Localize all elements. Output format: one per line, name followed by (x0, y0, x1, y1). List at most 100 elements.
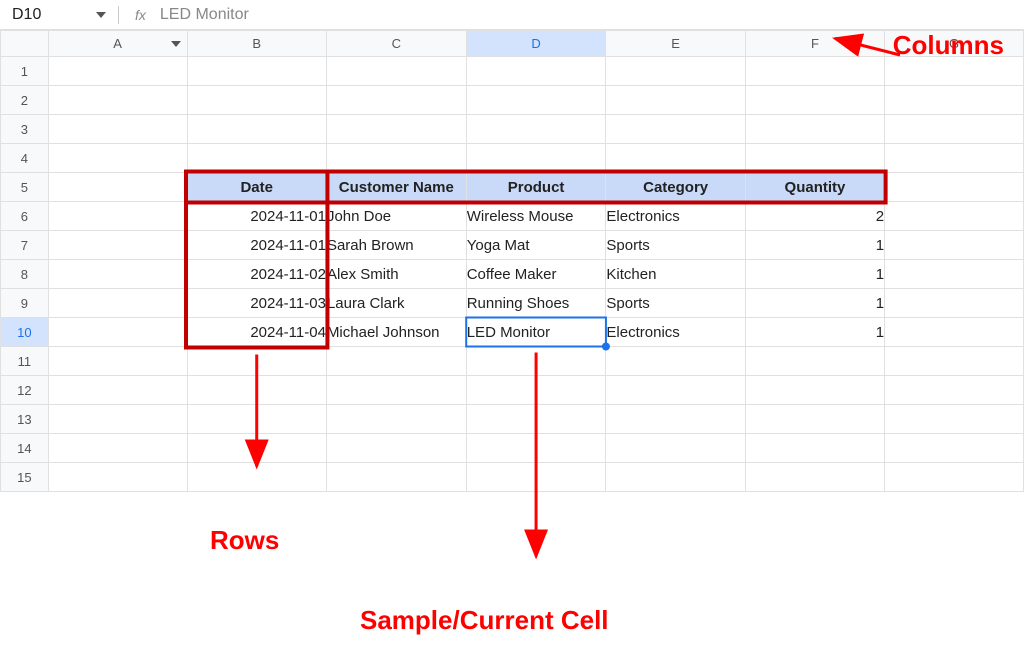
cell-A12[interactable] (48, 376, 187, 405)
cell-D6[interactable]: Wireless Mouse (466, 202, 606, 231)
cell-D9[interactable]: Running Shoes (466, 289, 606, 318)
cell-F4[interactable] (745, 144, 884, 173)
cell-G6[interactable] (885, 202, 1024, 231)
formula-input[interactable]: LED Monitor (160, 6, 249, 24)
row-header-6[interactable]: 6 (1, 202, 49, 231)
cell-B4[interactable] (187, 144, 326, 173)
cell-F12[interactable] (745, 376, 884, 405)
cell-E10[interactable]: Electronics (606, 318, 745, 347)
cell-C6[interactable]: John Doe (326, 202, 466, 231)
cell-F15[interactable] (745, 463, 884, 492)
cell-B11[interactable] (187, 347, 326, 376)
row-header-9[interactable]: 9 (1, 289, 49, 318)
cell-F14[interactable] (745, 434, 884, 463)
cell-G12[interactable] (885, 376, 1024, 405)
cell-C9[interactable]: Laura Clark (326, 289, 466, 318)
column-header-a[interactable]: A (48, 31, 187, 57)
namebox-dropdown-icon[interactable] (96, 12, 106, 18)
cell-C8[interactable]: Alex Smith (326, 260, 466, 289)
cell-D2[interactable] (466, 86, 606, 115)
cell-G8[interactable] (885, 260, 1024, 289)
cell-E14[interactable] (606, 434, 745, 463)
cell-A4[interactable] (48, 144, 187, 173)
cell-E9[interactable]: Sports (606, 289, 745, 318)
cell-F3[interactable] (745, 115, 884, 144)
cell-F5[interactable]: Quantity (745, 173, 884, 202)
cell-A1[interactable] (48, 57, 187, 86)
cell-G13[interactable] (885, 405, 1024, 434)
cell-F11[interactable] (745, 347, 884, 376)
cell-A6[interactable] (48, 202, 187, 231)
cell-G2[interactable] (885, 86, 1024, 115)
column-dropdown-icon[interactable] (171, 41, 181, 47)
cell-D3[interactable] (466, 115, 606, 144)
cell-C11[interactable] (326, 347, 466, 376)
cell-E4[interactable] (606, 144, 745, 173)
cell-C12[interactable] (326, 376, 466, 405)
cell-G15[interactable] (885, 463, 1024, 492)
cell-G4[interactable] (885, 144, 1024, 173)
cell-A15[interactable] (48, 463, 187, 492)
cell-A13[interactable] (48, 405, 187, 434)
row-header-14[interactable]: 14 (1, 434, 49, 463)
cell-C3[interactable] (326, 115, 466, 144)
cell-C10[interactable]: Michael Johnson (326, 318, 466, 347)
cell-E2[interactable] (606, 86, 745, 115)
column-header-b[interactable]: B (187, 31, 326, 57)
cell-E8[interactable]: Kitchen (606, 260, 745, 289)
cell-A14[interactable] (48, 434, 187, 463)
cell-C15[interactable] (326, 463, 466, 492)
cell-D14[interactable] (466, 434, 606, 463)
cell-D1[interactable] (466, 57, 606, 86)
cell-E3[interactable] (606, 115, 745, 144)
cell-C2[interactable] (326, 86, 466, 115)
cell-C13[interactable] (326, 405, 466, 434)
row-header-3[interactable]: 3 (1, 115, 49, 144)
cell-G14[interactable] (885, 434, 1024, 463)
cell-E7[interactable]: Sports (606, 231, 745, 260)
cell-B10[interactable]: 2024-11-04 (187, 318, 326, 347)
row-header-10[interactable]: 10 (1, 318, 49, 347)
cell-D8[interactable]: Coffee Maker (466, 260, 606, 289)
cell-A7[interactable] (48, 231, 187, 260)
cell-D15[interactable] (466, 463, 606, 492)
cell-F6[interactable]: 2 (745, 202, 884, 231)
cell-B9[interactable]: 2024-11-03 (187, 289, 326, 318)
cell-A5[interactable] (48, 173, 187, 202)
cell-C4[interactable] (326, 144, 466, 173)
name-box[interactable]: D10 (8, 6, 88, 24)
cell-G5[interactable] (885, 173, 1024, 202)
cell-G10[interactable] (885, 318, 1024, 347)
cell-C7[interactable]: Sarah Brown (326, 231, 466, 260)
spreadsheet-grid[interactable]: ABCDEFG12345DateCustomer NameProductCate… (0, 30, 1024, 492)
cell-D13[interactable] (466, 405, 606, 434)
cell-B5[interactable]: Date (187, 173, 326, 202)
cell-D12[interactable] (466, 376, 606, 405)
cell-G9[interactable] (885, 289, 1024, 318)
cell-B6[interactable]: 2024-11-01 (187, 202, 326, 231)
cell-B13[interactable] (187, 405, 326, 434)
cell-E12[interactable] (606, 376, 745, 405)
cell-F10[interactable]: 1 (745, 318, 884, 347)
cell-E15[interactable] (606, 463, 745, 492)
row-header-4[interactable]: 4 (1, 144, 49, 173)
cell-C1[interactable] (326, 57, 466, 86)
cell-A11[interactable] (48, 347, 187, 376)
cell-B2[interactable] (187, 86, 326, 115)
cell-D7[interactable]: Yoga Mat (466, 231, 606, 260)
cell-D10[interactable]: LED Monitor (466, 318, 606, 347)
cell-C14[interactable] (326, 434, 466, 463)
row-header-2[interactable]: 2 (1, 86, 49, 115)
column-header-e[interactable]: E (606, 31, 745, 57)
row-header-5[interactable]: 5 (1, 173, 49, 202)
cell-B1[interactable] (187, 57, 326, 86)
row-header-8[interactable]: 8 (1, 260, 49, 289)
cell-E11[interactable] (606, 347, 745, 376)
cell-B3[interactable] (187, 115, 326, 144)
cell-A2[interactable] (48, 86, 187, 115)
cell-D5[interactable]: Product (466, 173, 606, 202)
cell-B14[interactable] (187, 434, 326, 463)
cell-E6[interactable]: Electronics (606, 202, 745, 231)
cell-E5[interactable]: Category (606, 173, 745, 202)
cell-F13[interactable] (745, 405, 884, 434)
